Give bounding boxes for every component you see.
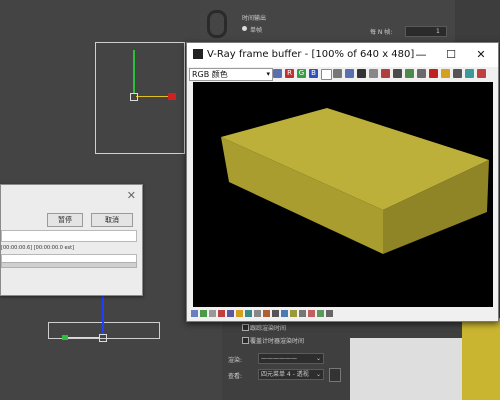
pause-button[interactable]: 暂停 [47, 213, 83, 227]
channel-value: RGB 颜色 [192, 70, 228, 79]
view-label: 查看: [228, 373, 243, 380]
gizmo-pivot [130, 93, 138, 101]
mono-mode-icon[interactable] [333, 69, 342, 78]
view-dropdown[interactable]: 四元菜单 4 - 透视 ⌄ [258, 369, 324, 380]
render-icon[interactable] [441, 69, 450, 78]
track-mouse-icon[interactable] [381, 69, 390, 78]
panel-dial-icon[interactable] [207, 10, 227, 38]
status-icon-16[interactable] [326, 310, 333, 317]
dialog-field-1 [1, 230, 137, 242]
channel-dropdown[interactable]: RGB 颜色 ▾ [189, 68, 273, 81]
camera-icon[interactable] [453, 69, 462, 78]
blue-channel-button[interactable]: B [309, 69, 318, 78]
time-output-label: 时间输出 [242, 15, 267, 22]
minimize-button[interactable]: — [413, 47, 429, 63]
status-icon-2[interactable] [200, 310, 207, 317]
stop-render-icon[interactable] [429, 69, 438, 78]
gizmo-pivot-bottom [99, 334, 107, 342]
status-icon-3[interactable] [209, 310, 216, 317]
render-canvas[interactable] [193, 82, 493, 307]
renderer-label: 渲染: [228, 357, 243, 364]
every-n-spinner[interactable]: 1 [405, 26, 447, 37]
vfb-toolbar: RGB 颜色 ▾ R G B [187, 67, 498, 81]
vfb-title: V-Ray frame buffer - [100% of 640 x 480] [207, 49, 415, 60]
status-icon-15[interactable] [317, 310, 324, 317]
teapot-icon[interactable] [465, 69, 474, 78]
save-icon[interactable] [345, 69, 354, 78]
every-n-label: 每 N 帧: [370, 29, 393, 36]
status-icon-9[interactable] [263, 310, 270, 317]
gizmo-z-axis [102, 296, 104, 336]
alpha-channel-icon[interactable] [321, 69, 332, 80]
render-setup-bottom-panel: 跟踪渲染时间 覆盖计时器渲染时间 渲染: —————— ⌄ 查看: 四元菜单 4… [222, 318, 500, 400]
status-icon-12[interactable] [290, 310, 297, 317]
yellow-object-peek [462, 318, 500, 400]
render-region-icon[interactable] [393, 69, 402, 78]
close-button[interactable]: ✕ [473, 47, 489, 63]
dialog-progress-bar [1, 262, 137, 268]
cancel-button[interactable]: 取消 [91, 213, 133, 227]
duplicate-icon[interactable] [369, 69, 378, 78]
status-icon-13[interactable] [299, 310, 306, 317]
renderer-value: —————— [261, 355, 297, 362]
gizmo-x-arrow [168, 93, 176, 100]
green-channel-button[interactable]: G [297, 69, 306, 78]
render-time-text: [00:00:00.6] [00:00:00.0 est] [1, 245, 75, 251]
render-button-area[interactable] [350, 338, 480, 400]
status-icon-14[interactable] [308, 310, 315, 317]
red-channel-button[interactable]: R [285, 69, 294, 78]
save-image-icon[interactable] [273, 69, 282, 78]
renderer-dropdown[interactable]: —————— ⌄ [258, 353, 324, 364]
chevron-down-icon: ▾ [266, 70, 270, 78]
vray-logo-icon [193, 49, 203, 59]
override-timer-checkbox[interactable] [242, 337, 249, 344]
lock-view-button[interactable] [329, 368, 341, 382]
gizmo-x-axis-bottom [66, 337, 100, 338]
clear-image-icon[interactable] [357, 69, 366, 78]
status-icon-5[interactable] [227, 310, 234, 317]
maximize-button[interactable]: ☐ [443, 47, 459, 63]
status-icon-10[interactable] [272, 310, 279, 317]
gizmo-y-arrow-bottom [62, 335, 68, 340]
chevron-down-icon: ⌄ [315, 371, 321, 378]
view-value: 四元菜单 4 - 透视 [261, 371, 309, 378]
link-icon[interactable] [405, 69, 414, 78]
status-icon-7[interactable] [245, 310, 252, 317]
chevron-down-icon: ⌄ [315, 355, 321, 362]
vfb-status-bar [187, 307, 498, 321]
every-n-value: 1 [436, 28, 440, 35]
track-render-time-checkbox[interactable] [242, 324, 249, 331]
status-icon-6[interactable] [236, 310, 243, 317]
vfb-title-bar[interactable]: V-Ray frame buffer - [100% of 640 x 480]… [187, 43, 498, 67]
render-progress-dialog: ✕ 暂停 取消 [00:00:00.6] [00:00:00.0 est] [0, 184, 143, 296]
status-icon-8[interactable] [254, 310, 261, 317]
single-radio[interactable] [242, 26, 247, 31]
region-render-icon[interactable] [417, 69, 426, 78]
status-icon-4[interactable] [218, 310, 225, 317]
rendered-box [221, 108, 489, 254]
status-icon-11[interactable] [281, 310, 288, 317]
status-icon-1[interactable] [191, 310, 198, 317]
single-label: 单帧 [250, 27, 263, 34]
track-render-time-label: 跟踪渲染时间 [250, 325, 287, 332]
gizmo-y-axis [133, 50, 135, 94]
render-teapot-icon[interactable] [477, 69, 486, 78]
vray-frame-buffer-window: V-Ray frame buffer - [100% of 640 x 480]… [186, 42, 499, 322]
dialog-close-icon[interactable]: ✕ [127, 189, 136, 202]
override-timer-label: 覆盖计时器渲染时间 [250, 338, 305, 345]
